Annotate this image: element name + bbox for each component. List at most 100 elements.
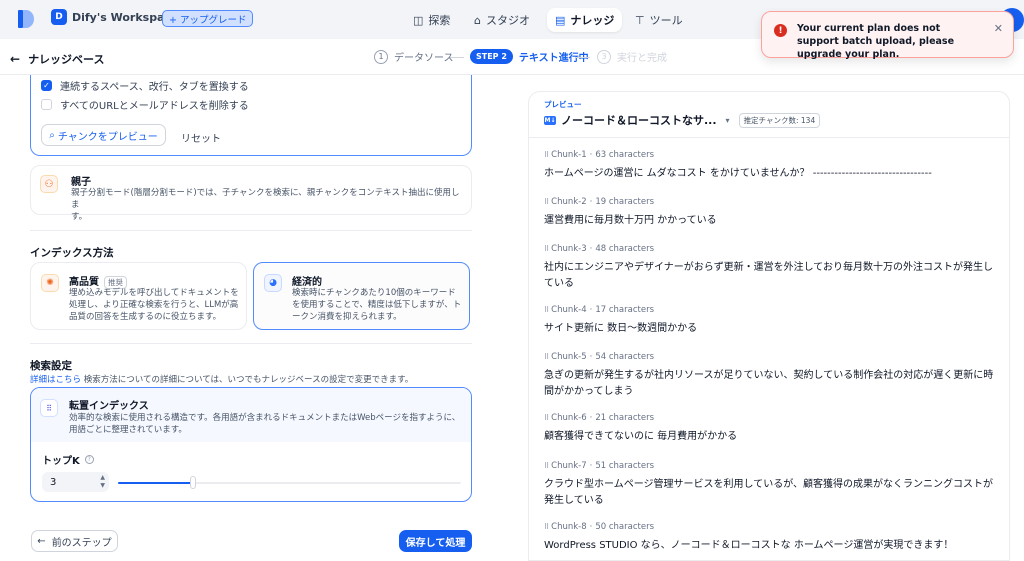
grid-dots-icon: ⠿ (40, 399, 58, 417)
retrieval-settings-heading: 検索設定 (30, 360, 72, 372)
topk-number-input[interactable]: 3 ▲ ▼ (42, 472, 109, 492)
chunk-chars: 48 characters (595, 244, 654, 254)
chunk-item: ⠿ Chunk-1 · 63 characters ホームページの運営に ムダなコ… (544, 150, 999, 182)
inverted-index-header: ⠿ 転置インデックス 効率的な検索に使用される構造です。各用語が含まれるドキュメ… (31, 388, 471, 442)
page-title: ナレッジベース (28, 53, 105, 66)
nav-label: ナレッジ (570, 14, 615, 27)
checkbox-checked[interactable]: ✓ (41, 80, 52, 91)
parent-child-desc-line1: 親子分割モード(階層分割モード)では、子チャンクを検索に、親チャンクをコンテキス… (71, 188, 460, 210)
step-label: 実行と完成 (617, 53, 667, 64)
step-2: STEP 2 テキスト進行中 (470, 49, 589, 64)
chunk-item: ⠿ Chunk-5 · 54 characters 急ぎの更新が発生するが社内リソ… (544, 352, 999, 400)
divider (30, 230, 472, 231)
chunk-grip-icon: ⠿ (544, 462, 549, 470)
back-to-knowledge[interactable]: ← ナレッジベース (10, 51, 105, 67)
chunk-text: 社内にエンジニアやデザイナーがおらず更新・運営を外注しており毎月数十万の外注コス… (544, 262, 993, 289)
chunk-text: サイト更新に 数日〜数週間かかる (544, 323, 698, 334)
nav-explore[interactable]: ◫ 探索 (405, 8, 458, 32)
chunk-text: ホームページの運営に ムダなコスト をかけていませんか？ -----------… (544, 168, 932, 179)
chunk-meta: ⠿ Chunk-2 · 19 characters (544, 197, 999, 207)
previous-step-button[interactable]: ← 前のステップ (31, 530, 118, 552)
chunk-grip-icon: ⠿ (544, 523, 549, 531)
chunk-grip-icon: ⠿ (544, 414, 549, 422)
hammer-icon: ⊤ (635, 13, 645, 27)
toast-message: Your current plan does not support batch… (797, 23, 955, 60)
workspace-initial: D (51, 9, 67, 25)
chunk-grip-icon: ⠿ (544, 306, 549, 314)
parent-child-desc: 親子分割モード(階層分割モード)では、子チャンクを検索に、親チャンクをコンテキス… (71, 187, 466, 223)
nav-studio[interactable]: ⌂ スタジオ (466, 8, 538, 32)
rule-label: すべてのURLとメールアドレスを削除する (60, 101, 249, 112)
inverted-index-desc: 効率的な検索に使用される構造です。各用語が含まれるドキュメントまたはWebページ… (69, 413, 461, 435)
chunk-chars: 19 characters (595, 197, 654, 207)
upgrade-button[interactable]: + アップグレード (162, 10, 254, 27)
preview-panel: プレビュー M↓ ノーコード＆ローコストなサ... ▾ 推定チャンク数: 134… (528, 91, 1010, 561)
meta-dot: · (589, 413, 593, 423)
nav-tools[interactable]: ⊤ ツール (627, 8, 691, 32)
retrieval-note: 詳細はこちら 検索方法についての詳細については、いつでもナレッジベースの設定で変… (30, 373, 413, 385)
search-icon: ⌕ (49, 129, 55, 141)
chunk-item: ⠿ Chunk-8 · 50 characters WordPress STUDI… (544, 522, 999, 554)
parent-child-desc-line2: す。 (71, 212, 88, 222)
meta-dot: · (589, 150, 593, 160)
topk-slider[interactable] (118, 476, 461, 489)
chunk-id: Chunk-2 (551, 197, 587, 207)
chunk-item: ⠿ Chunk-6 · 21 characters 顧客獲得できてないのに 毎月費… (544, 413, 999, 445)
checkbox-unchecked[interactable] (41, 99, 52, 110)
dify-logo-icon[interactable] (18, 10, 34, 28)
meta-dot: · (589, 522, 593, 532)
retrieval-note-text: 検索方法についての詳細については、いつでもナレッジベースの設定で変更できます。 (81, 375, 414, 385)
arrow-left-icon: ← (37, 535, 46, 547)
chunk-grip-icon: ⠿ (544, 151, 549, 159)
chunk-chars: 21 characters (595, 413, 654, 423)
chunk-text: WordPress STUDIO なら、ノーコード＆ローコストな ホームページ運… (544, 540, 954, 551)
document-name: ノーコード＆ローコストなサ... (561, 114, 717, 127)
high-quality-desc: 埋め込みモデルを呼び出してドキュメントを処理し、より正確な検索を行うと、LLMが… (69, 288, 239, 322)
step-number: 3 (597, 49, 611, 64)
error-toast: ! Your current plan does not support bat… (761, 11, 1014, 60)
preview-chunk-button[interactable]: ⌕ チャンクをプレビュー (41, 124, 166, 146)
chunk-item: ⠿ Chunk-4 · 17 characters サイト更新に 数日〜数週間かか… (544, 305, 999, 337)
chunk-chars: 17 characters (595, 305, 654, 315)
chunk-item: ⠿ Chunk-2 · 19 characters 運営費用に毎月数十万円 かかっ… (544, 197, 999, 229)
robot-icon: ⌂ (474, 13, 481, 27)
help-icon[interactable]: ? (84, 455, 94, 464)
sparkle-icon: ✺ (41, 274, 59, 292)
rule-remove-urls[interactable]: すべてのURLとメールアドレスを削除する (41, 97, 249, 112)
chunk-id: Chunk-6 (551, 413, 587, 423)
economical-title: 経済的 (292, 277, 322, 288)
index-economical-option[interactable]: ◕ 経済的 検索時にチャンクあたり10個のキーワードを使用することで、精度は低下… (253, 262, 470, 330)
divider (30, 343, 472, 344)
parent-child-mode-card[interactable]: ⚇ 親子 親子分割モード(階層分割モード)では、子チャンクを検索に、親チャンクを… (30, 165, 472, 222)
close-icon[interactable]: ✕ (994, 22, 1003, 57)
slider-fill (118, 482, 194, 484)
chunk-id: Chunk-3 (551, 244, 587, 254)
chunk-meta: ⠿ Chunk-4 · 17 characters (544, 305, 999, 315)
slider-handle[interactable] (190, 476, 197, 489)
meta-dot: · (589, 244, 593, 254)
document-selector[interactable]: M↓ ノーコード＆ローコストなサ... ▾ 推定チャンク数: 134 (544, 112, 821, 128)
chevron-down-icon: ▾ (725, 115, 730, 125)
markdown-file-icon: M↓ (544, 115, 556, 125)
meta-dot: · (589, 352, 593, 362)
save-and-process-button[interactable]: 保存して処理 (399, 530, 472, 552)
step-number: STEP 2 (470, 49, 513, 64)
chunk-text: クラウド型ホームページ管理サービスを利用しているが、顧客獲得の成果がなくランニン… (544, 479, 993, 506)
chunk-meta: ⠿ Chunk-6 · 21 characters (544, 413, 999, 423)
nav-knowledge[interactable]: ▤ ナレッジ (547, 8, 623, 32)
index-method-heading: インデックス方法 (30, 247, 114, 259)
learn-more-link[interactable]: 詳細はこちら (30, 375, 81, 385)
inverted-index-title: 転置インデックス (69, 401, 149, 412)
general-chunk-settings: ✓ 連続するスペース、改行、タブを置換する すべてのURLとメールアドレスを削除… (30, 75, 472, 156)
chunk-chars: 54 characters (595, 352, 654, 362)
estimated-chunks-badge: 推定チャンク数: 134 (738, 112, 821, 128)
rule-replace-spaces[interactable]: ✓ 連続するスペース、改行、タブを置換する (41, 78, 249, 93)
reset-button[interactable]: リセット (181, 130, 221, 145)
chunk-text: 急ぎの更新が発生するが社内リソースが足りていない、契約している制作会社の対応が遅… (544, 370, 994, 397)
parent-child-icon: ⚇ (40, 175, 58, 193)
stepper-arrows-icon[interactable]: ▲ ▼ (100, 474, 105, 490)
step-3: 3 実行と完成 (597, 49, 667, 64)
index-high-quality-option[interactable]: ✺ 高品質 推奨 埋め込みモデルを呼び出してドキュメントを処理し、より正確な検索を… (30, 262, 247, 330)
rule-label: 連続するスペース、改行、タブを置換する (60, 82, 249, 93)
chunk-item: ⠿ Chunk-3 · 48 characters 社内にエンジニアやデザイナーが… (544, 244, 999, 292)
